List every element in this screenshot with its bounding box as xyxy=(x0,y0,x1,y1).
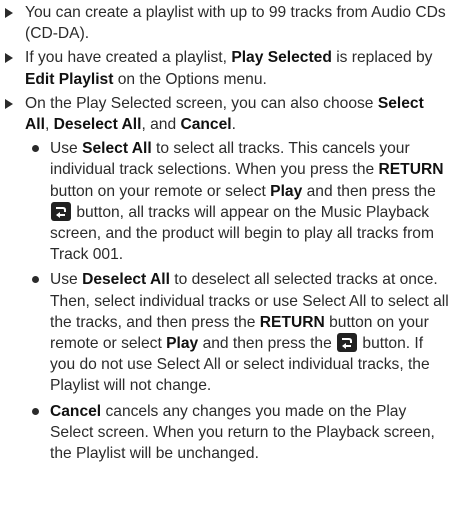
enter-icon xyxy=(337,333,358,353)
text: is replaced by xyxy=(331,49,433,67)
text: on the Options menu. xyxy=(113,70,267,88)
manual-page: You can create a playlist with up to 99 … xyxy=(0,0,449,464)
text: Use xyxy=(50,140,83,158)
text: On the Play Selected screen, you can als… xyxy=(25,94,378,112)
bullet-edit-playlist: If you have created a playlist, Play Sel… xyxy=(2,47,449,89)
text: cancels any changes you made on the Play… xyxy=(50,402,435,463)
bold-term: Cancel xyxy=(180,116,232,134)
dot-bullet-icon xyxy=(32,407,39,415)
bullet-playlist-limit: You can create a playlist with up to 99 … xyxy=(2,2,449,44)
dot-bullet-icon xyxy=(32,145,39,153)
bold-term: RETURN xyxy=(378,161,444,179)
text: . xyxy=(231,116,236,134)
triangle-bullet-icon xyxy=(5,8,13,18)
text: and then press the xyxy=(302,182,436,200)
bold-term: Cancel xyxy=(50,402,102,420)
sub-bullet-select-all: Use Select All to select all tracks. Thi… xyxy=(2,138,449,265)
text: If you have created a playlist, xyxy=(25,49,232,67)
sub-bullet-cancel: Cancel cancels any changes you made on t… xyxy=(2,401,449,465)
sub-bullet-list: Use Select All to select all tracks. Thi… xyxy=(2,138,449,464)
bold-term: Edit Playlist xyxy=(25,70,114,88)
bullet-play-selected-options: On the Play Selected screen, you can als… xyxy=(2,93,449,135)
text: , xyxy=(44,116,54,134)
bold-term: Play Selected xyxy=(231,49,332,67)
text: You can create a playlist with up to 99 … xyxy=(25,4,446,43)
bold-term: Deselect All xyxy=(53,116,142,134)
bold-term: RETURN xyxy=(259,313,325,331)
text: button on your remote or select xyxy=(50,182,271,200)
bold-term: Play xyxy=(270,182,303,200)
triangle-bullet-icon xyxy=(5,98,13,109)
sub-bullet-deselect-all: Use Deselect All to deselect all selecte… xyxy=(2,269,449,396)
text: , and xyxy=(141,116,181,134)
bold-term: Play xyxy=(166,335,199,353)
text: and then press the xyxy=(198,335,337,353)
bold-term: Deselect All xyxy=(82,271,170,289)
bold-term: Select All xyxy=(82,140,152,158)
enter-icon xyxy=(51,201,71,221)
text: Use xyxy=(50,271,83,289)
dot-bullet-icon xyxy=(32,276,39,284)
text: button, all tracks will appear on the Mu… xyxy=(50,203,434,264)
triangle-bullet-icon xyxy=(5,53,13,64)
